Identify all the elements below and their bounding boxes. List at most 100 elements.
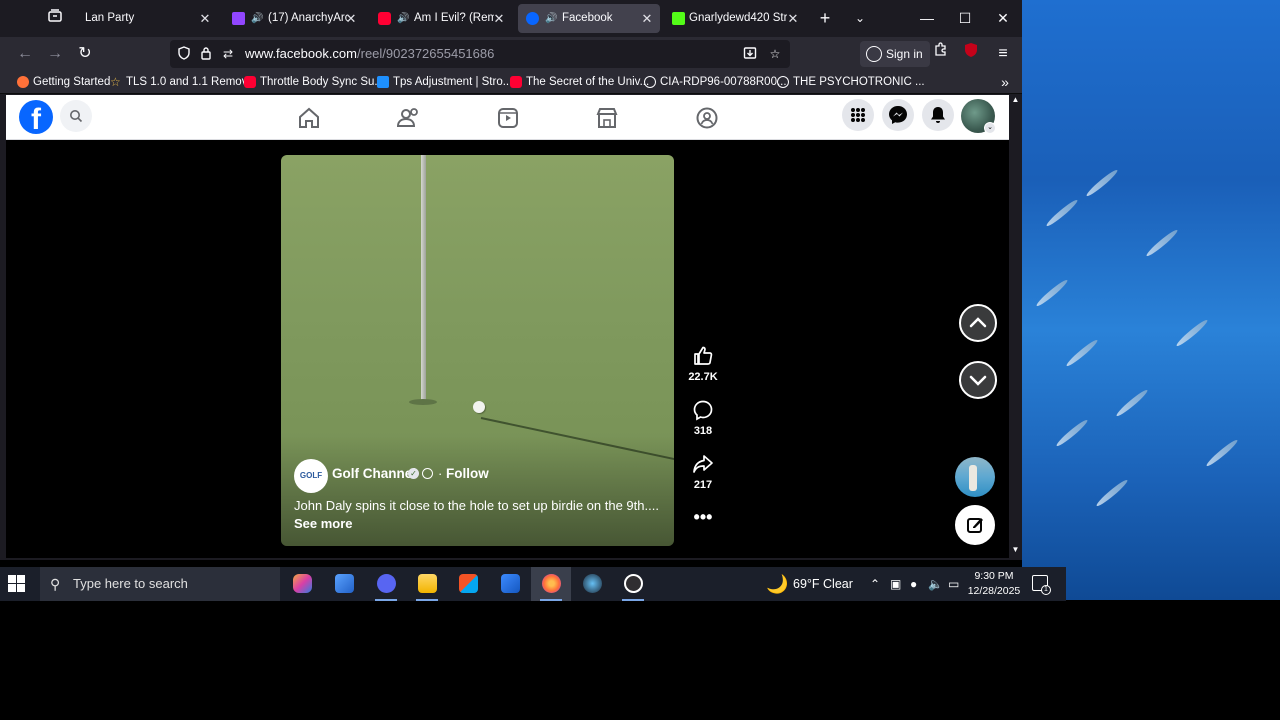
obs-app-icon[interactable] (613, 567, 653, 601)
weather-text[interactable]: 69°F Clear (793, 567, 853, 601)
scroll-up-icon[interactable]: ▲ (1011, 95, 1020, 107)
like-button[interactable]: 22.7K (683, 345, 723, 383)
bookmark-item[interactable]: Throttle Body Sync Su... (244, 71, 384, 94)
taskbar-search-box[interactable]: ⚲ Type here to search (40, 567, 280, 601)
bookmark-label: THE PSYCHOTRONIC ... (793, 76, 925, 88)
page-name[interactable]: Golf Channel (332, 466, 416, 481)
comment-button[interactable]: 318 (683, 399, 723, 437)
bookmark-label: CIA-RDP96-00788R00... (660, 76, 787, 88)
follow-button[interactable]: Follow (446, 466, 489, 481)
notifications-bell-icon[interactable] (922, 99, 954, 131)
url-bar[interactable]: ⇄ www.facebook.com/reel/902372655451686 … (170, 40, 790, 68)
speaker-icon[interactable]: 🔊 (545, 4, 557, 33)
messenger-icon[interactable] (882, 99, 914, 131)
show-hidden-icons-chevron-icon[interactable]: ⌃ (870, 567, 880, 601)
reel-video[interactable]: GOLF Golf Channel ✓ · Follow John Daly s… (281, 155, 674, 546)
page-scrollbar[interactable]: ▲ ▼ (1009, 95, 1022, 560)
bookmark-item[interactable]: Tps Adjustment | Stro... (377, 71, 512, 94)
close-window-button[interactable]: ✕ (984, 4, 1022, 32)
close-icon[interactable]: ✕ (786, 4, 800, 33)
desktop-app-icon[interactable] (324, 567, 364, 601)
bookmark-label: Getting Started (33, 76, 111, 88)
next-reel-button[interactable] (959, 361, 997, 399)
page-avatar[interactable]: GOLF (294, 459, 328, 493)
desktop-screen: Lan Party ✕ 🔊 (17) AnarchyArcade ✕ 🔊 Am … (0, 0, 1280, 720)
copilot-app-icon[interactable] (282, 567, 322, 601)
bookmark-item[interactable]: ☆ TLS 1.0 and 1.1 Remov... (110, 71, 256, 94)
steam-app-icon[interactable] (572, 567, 612, 601)
menu-hamburger-icon[interactable]: ≡ (990, 41, 1016, 67)
bookmark-item[interactable]: THE PSYCHOTRONIC ... (777, 71, 925, 94)
tab-list-icon[interactable] (44, 8, 66, 30)
mail-app-icon[interactable] (490, 567, 530, 601)
weather-moon-icon[interactable]: 🌙 (766, 567, 788, 601)
menu-grid-icon[interactable] (842, 99, 874, 131)
tab-bar: Lan Party ✕ 🔊 (17) AnarchyArcade ✕ 🔊 Am … (0, 0, 1022, 37)
tab-am-i-evil[interactable]: 🔊 Am I Evil? (Remastered) ✕ (370, 4, 512, 33)
network-icon[interactable]: ▭ (948, 567, 959, 601)
chevron-down-icon[interactable]: ⌄ (984, 122, 996, 134)
bookmark-item[interactable]: The Secret of the Univ... (510, 71, 649, 94)
speaker-icon[interactable]: 🔊 (251, 4, 263, 33)
home-icon[interactable] (294, 103, 324, 133)
more-options-icon[interactable]: ••• (683, 508, 723, 526)
create-reel-button[interactable] (955, 505, 995, 545)
forward-arrow-icon[interactable]: → (42, 41, 68, 67)
lock-icon[interactable] (198, 46, 214, 62)
previous-reel-button[interactable] (959, 304, 997, 342)
bookmark-item[interactable]: Getting Started (17, 71, 110, 94)
maximize-button[interactable]: ☐ (946, 4, 984, 32)
account-icon (866, 46, 882, 62)
close-icon[interactable]: ✕ (344, 4, 358, 33)
list-all-tabs-icon[interactable]: ⌄ (850, 6, 870, 30)
discord-app-icon[interactable] (366, 567, 406, 601)
close-icon[interactable]: ✕ (198, 4, 212, 33)
share-button[interactable]: 217 (683, 453, 723, 491)
facebook-logo-icon[interactable]: f (19, 100, 53, 134)
reload-icon[interactable]: ↻ (72, 41, 98, 67)
shield-icon[interactable] (176, 46, 192, 62)
reels-video-icon[interactable] (493, 103, 523, 133)
file-explorer-icon[interactable] (407, 567, 447, 601)
page-logo-text: GOLF (299, 471, 323, 480)
close-icon[interactable]: ✕ (492, 4, 506, 33)
bookmark-item[interactable]: CIA-RDP96-00788R00... (644, 71, 787, 94)
youtube-icon (244, 76, 256, 88)
volume-icon[interactable]: 🔈 (928, 567, 943, 601)
globe-icon (644, 76, 656, 88)
facebook-page: f ⌄ GOLF Golf Channel ✓ · Follow John Da… (6, 95, 1009, 558)
minimize-button[interactable]: — (908, 4, 946, 32)
tab-lan-party[interactable]: Lan Party ✕ (76, 4, 218, 33)
sign-in-button[interactable]: Sign in (860, 41, 930, 67)
marketplace-icon[interactable] (592, 103, 622, 133)
download-page-icon[interactable] (742, 46, 758, 62)
friends-icon[interactable] (393, 103, 423, 133)
meet-now-icon[interactable]: ▣ (890, 567, 901, 601)
tab-gnarlydewd[interactable]: Gnarlydewd420 Stream ✕ (664, 4, 806, 33)
search-icon[interactable] (60, 100, 92, 132)
scroll-down-icon[interactable]: ▼ (1011, 545, 1020, 557)
ublock-extension-icon[interactable] (958, 41, 984, 67)
extensions-icon[interactable] (927, 41, 953, 67)
bookmark-star-icon[interactable]: ☆ (767, 46, 783, 62)
bookmarks-overflow-icon[interactable]: » (995, 71, 1015, 94)
see-more-link[interactable]: See more (294, 516, 353, 531)
groups-icon[interactable] (692, 103, 722, 133)
comment-count: 318 (693, 425, 713, 437)
tab-facebook[interactable]: 🔊 Facebook ✕ (518, 4, 660, 33)
speaker-icon[interactable]: 🔊 (397, 4, 409, 33)
new-tab-button[interactable]: + (815, 6, 835, 30)
windows-start-icon[interactable] (8, 575, 26, 593)
firefox-taskbar-icon[interactable] (531, 567, 571, 601)
tab-anarchy-arcade[interactable]: 🔊 (17) AnarchyArcade ✕ (224, 4, 364, 33)
microphone-icon[interactable]: ● (910, 567, 917, 601)
permissions-icon[interactable]: ⇄ (220, 46, 236, 62)
close-icon[interactable]: ✕ (640, 4, 654, 33)
tab-label: Facebook (562, 12, 613, 24)
system-clock[interactable]: 9:30 PM 12/28/2025 (964, 569, 1024, 599)
bookmark-label: The Secret of the Univ... (526, 76, 650, 88)
tab-label: Lan Party (85, 12, 135, 24)
creator-reel-thumbnail[interactable] (955, 457, 995, 497)
microsoft-store-icon[interactable] (448, 567, 488, 601)
back-arrow-icon[interactable]: ← (12, 41, 38, 67)
